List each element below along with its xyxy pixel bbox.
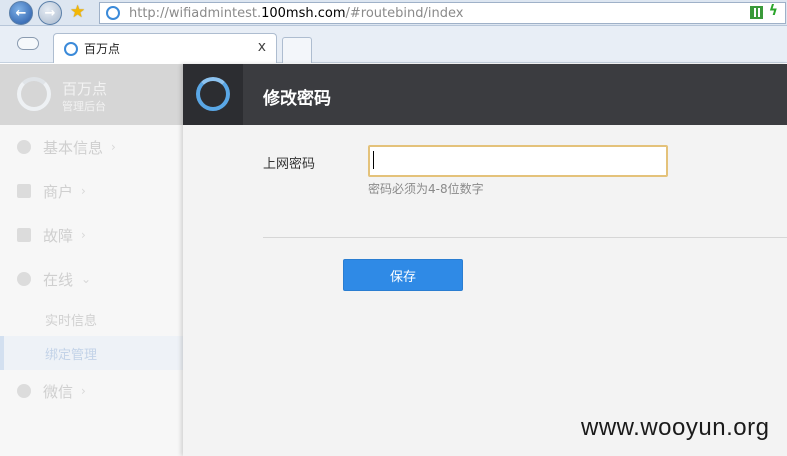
brand-subtitle: 管理后台 <box>62 100 106 113</box>
close-tab-icon[interactable]: x <box>258 39 266 55</box>
sidebar-item-basic-info[interactable]: 基本信息 › <box>0 127 183 167</box>
arrow-right-icon: → <box>44 5 56 21</box>
text-cursor <box>373 151 374 169</box>
save-button[interactable]: 保存 <box>343 259 463 291</box>
tab-title: 百万点 <box>84 42 121 56</box>
sidebar-item-merchant[interactable]: 商户 › <box>0 171 183 211</box>
chevron-right-icon: › <box>81 228 86 242</box>
chevron-right-icon: › <box>111 140 116 154</box>
url-input[interactable]: http://wifiadmintest.100msh.com/#routebi… <box>99 2 786 24</box>
tab-favicon-icon <box>64 41 78 56</box>
watermark: www.wooyun.org <box>581 414 770 441</box>
forward-button[interactable]: → <box>38 1 62 25</box>
back-button[interactable]: ← <box>9 1 33 25</box>
url-text: http://wifiadmintest.100msh.com/#routebi… <box>129 5 464 21</box>
modal-header: 修改密码 <box>183 64 787 125</box>
modal-logo-box <box>183 64 243 125</box>
sidebar-subitem-bind-management[interactable]: 绑定管理 <box>0 336 183 370</box>
password-label: 上网密码 <box>263 157 316 172</box>
password-hint: 密码必须为4-8位数字 <box>368 182 484 196</box>
site-favicon-icon <box>106 6 120 20</box>
sidebar-item-online[interactable]: 在线 ⌄ <box>0 259 183 299</box>
brand-title: 百万点 <box>62 80 108 98</box>
new-tab-button[interactable] <box>282 37 312 63</box>
change-password-modal: 修改密码 上网密码 密码必须为4-8位数字 保存 <box>183 64 787 456</box>
form-divider <box>263 237 787 238</box>
arrow-left-icon: ← <box>15 5 27 21</box>
favorites-star-icon[interactable]: ★ <box>70 2 85 22</box>
password-input[interactable] <box>368 145 668 177</box>
browser-tab[interactable]: 百万点 x <box>53 33 277 63</box>
chevron-down-icon: ⌄ <box>81 272 92 286</box>
chevron-right-icon: › <box>81 384 86 398</box>
store-icon <box>17 184 31 198</box>
modal-title: 修改密码 <box>263 89 331 109</box>
sidebar-subitem-realtime[interactable]: 实时信息 <box>0 302 183 336</box>
lightning-icon[interactable]: ϟ <box>769 3 778 19</box>
wechat-icon <box>17 384 31 398</box>
cloud-icon[interactable] <box>17 37 39 50</box>
sidebar: 百万点 管理后台 基本信息 › 商户 › 故障 › 在线 ⌄ 实时信息 绑定管理… <box>0 64 183 456</box>
chevron-right-icon: › <box>81 184 86 198</box>
link-icon <box>17 272 31 286</box>
info-icon <box>17 140 31 154</box>
brand-logo-icon <box>17 77 51 111</box>
sidebar-header: 百万点 管理后台 <box>0 64 183 125</box>
qr-code-icon[interactable] <box>750 6 763 19</box>
tools-icon <box>17 228 31 242</box>
sidebar-item-wechat[interactable]: 微信 › <box>0 371 183 411</box>
browser-tab-bar: 百万点 x <box>0 26 787 63</box>
browser-address-bar: ← → ★ http://wifiadmintest.100msh.com/#r… <box>0 0 787 26</box>
modal-logo-icon <box>196 77 230 111</box>
sidebar-item-fault[interactable]: 故障 › <box>0 215 183 255</box>
